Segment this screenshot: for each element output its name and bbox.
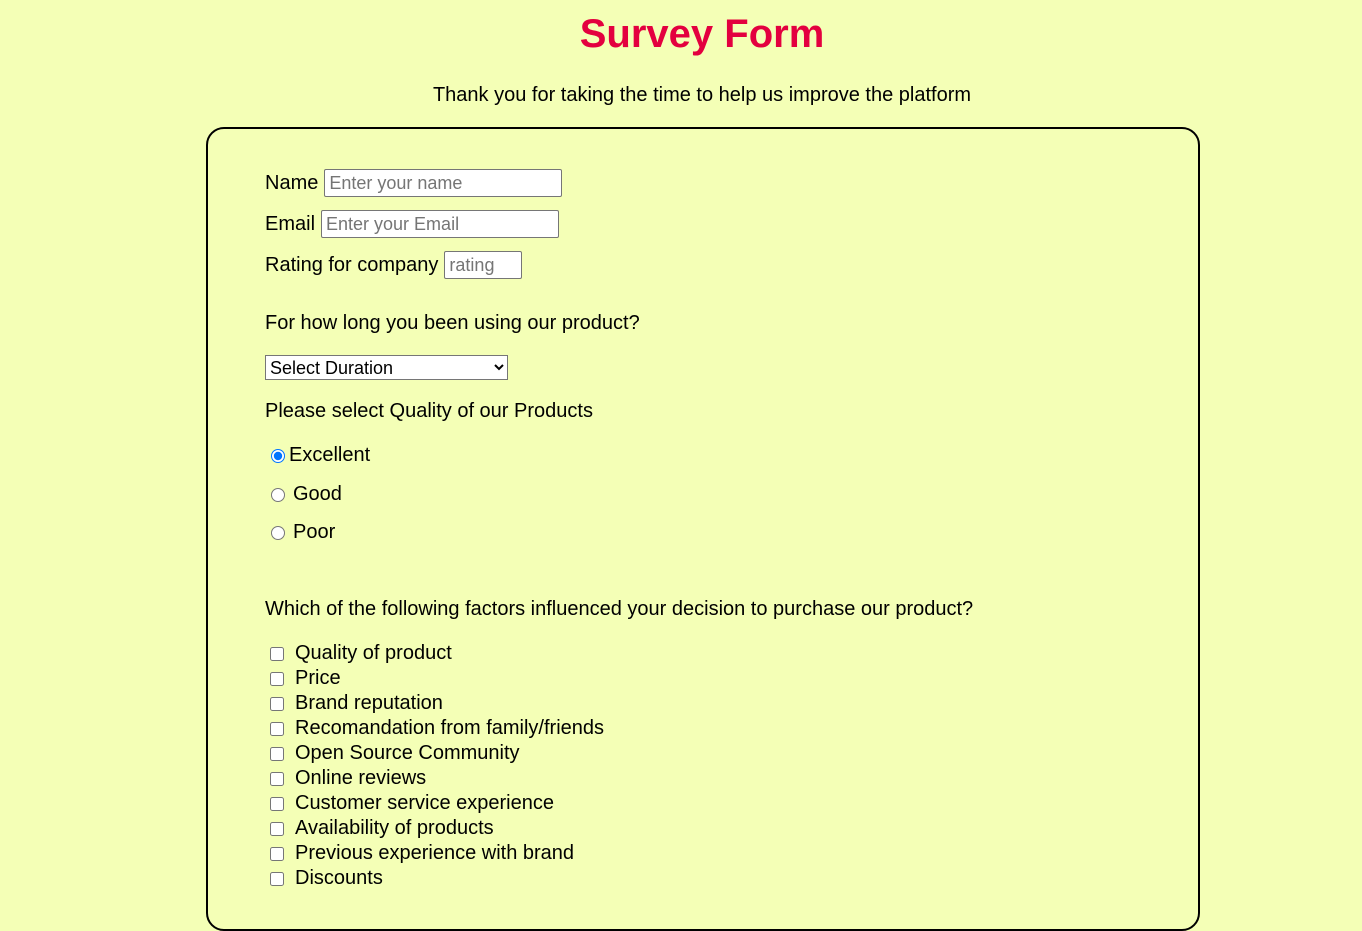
factor-checkbox[interactable] <box>270 796 284 811</box>
factor-label: Previous experience with brand <box>295 842 575 864</box>
factor-checkbox[interactable] <box>270 671 284 686</box>
quality-question: Please select Quality of our Products <box>265 400 593 422</box>
rating-label: Rating for company <box>265 253 439 276</box>
factor-checkbox[interactable] <box>270 771 284 786</box>
quality-option-good[interactable]: Good <box>271 483 342 506</box>
rating-input[interactable] <box>444 251 523 279</box>
email-label: Email <box>265 212 316 235</box>
factor-checkbox[interactable] <box>270 721 284 736</box>
factor-option[interactable]: Recomandation from family/friends <box>270 716 604 741</box>
factor-label: Brand reputation <box>295 692 443 714</box>
quality-radio-poor[interactable] <box>271 525 285 540</box>
factor-checkbox[interactable] <box>270 696 284 711</box>
duration-select[interactable]: Select Duration <box>265 355 508 380</box>
factor-option[interactable]: Quality of product <box>270 641 452 666</box>
factor-label: Online reviews <box>295 767 427 789</box>
factor-option[interactable]: Customer service experience <box>270 791 554 816</box>
page-subtitle: Thank you for taking the time to help us… <box>432 84 972 106</box>
factor-option[interactable]: Availability of products <box>270 816 494 841</box>
factor-label: Discounts <box>295 867 383 889</box>
factor-checkbox[interactable] <box>270 846 284 861</box>
factor-checkbox[interactable] <box>270 821 284 836</box>
factor-label: Availability of products <box>295 817 494 839</box>
factor-checkbox[interactable] <box>270 646 284 661</box>
factor-option[interactable]: Price <box>270 666 341 691</box>
quality-option-poor[interactable]: Poor <box>271 521 335 544</box>
duration-question: For how long you been using our product? <box>265 312 640 334</box>
factors-question: Which of the following factors influence… <box>265 598 974 620</box>
factor-checkbox[interactable] <box>270 871 284 886</box>
name-row: Name <box>265 169 563 197</box>
quality-label: Poor <box>293 521 336 543</box>
duration-row: Select Duration <box>265 355 508 380</box>
email-row: Email <box>265 210 560 238</box>
factor-option[interactable]: Brand reputation <box>270 691 443 716</box>
name-input[interactable] <box>324 169 563 197</box>
factor-label: Customer service experience <box>295 792 554 814</box>
factor-label: Recomandation from family/friends <box>295 717 605 739</box>
quality-option-excellent[interactable]: Excellent <box>271 444 370 467</box>
factor-option[interactable]: Online reviews <box>270 766 426 791</box>
factor-option[interactable]: Discounts <box>270 866 383 891</box>
quality-radio-good[interactable] <box>271 487 285 502</box>
factor-label: Open Source Community <box>295 742 520 764</box>
quality-label: Good <box>293 483 342 505</box>
quality-label: Excellent <box>289 444 371 466</box>
rating-row: Rating for company <box>265 251 523 279</box>
factor-option[interactable]: Open Source Community <box>270 741 520 766</box>
quality-radio-excellent[interactable] <box>271 448 285 463</box>
factor-label: Price <box>295 667 341 689</box>
name-label: Name <box>265 171 319 194</box>
page-title: Survey Form <box>579 12 825 56</box>
factor-option[interactable]: Previous experience with brand <box>270 841 574 866</box>
factor-checkbox[interactable] <box>270 746 284 761</box>
email-input[interactable] <box>321 210 560 238</box>
factor-label: Quality of product <box>295 642 452 664</box>
